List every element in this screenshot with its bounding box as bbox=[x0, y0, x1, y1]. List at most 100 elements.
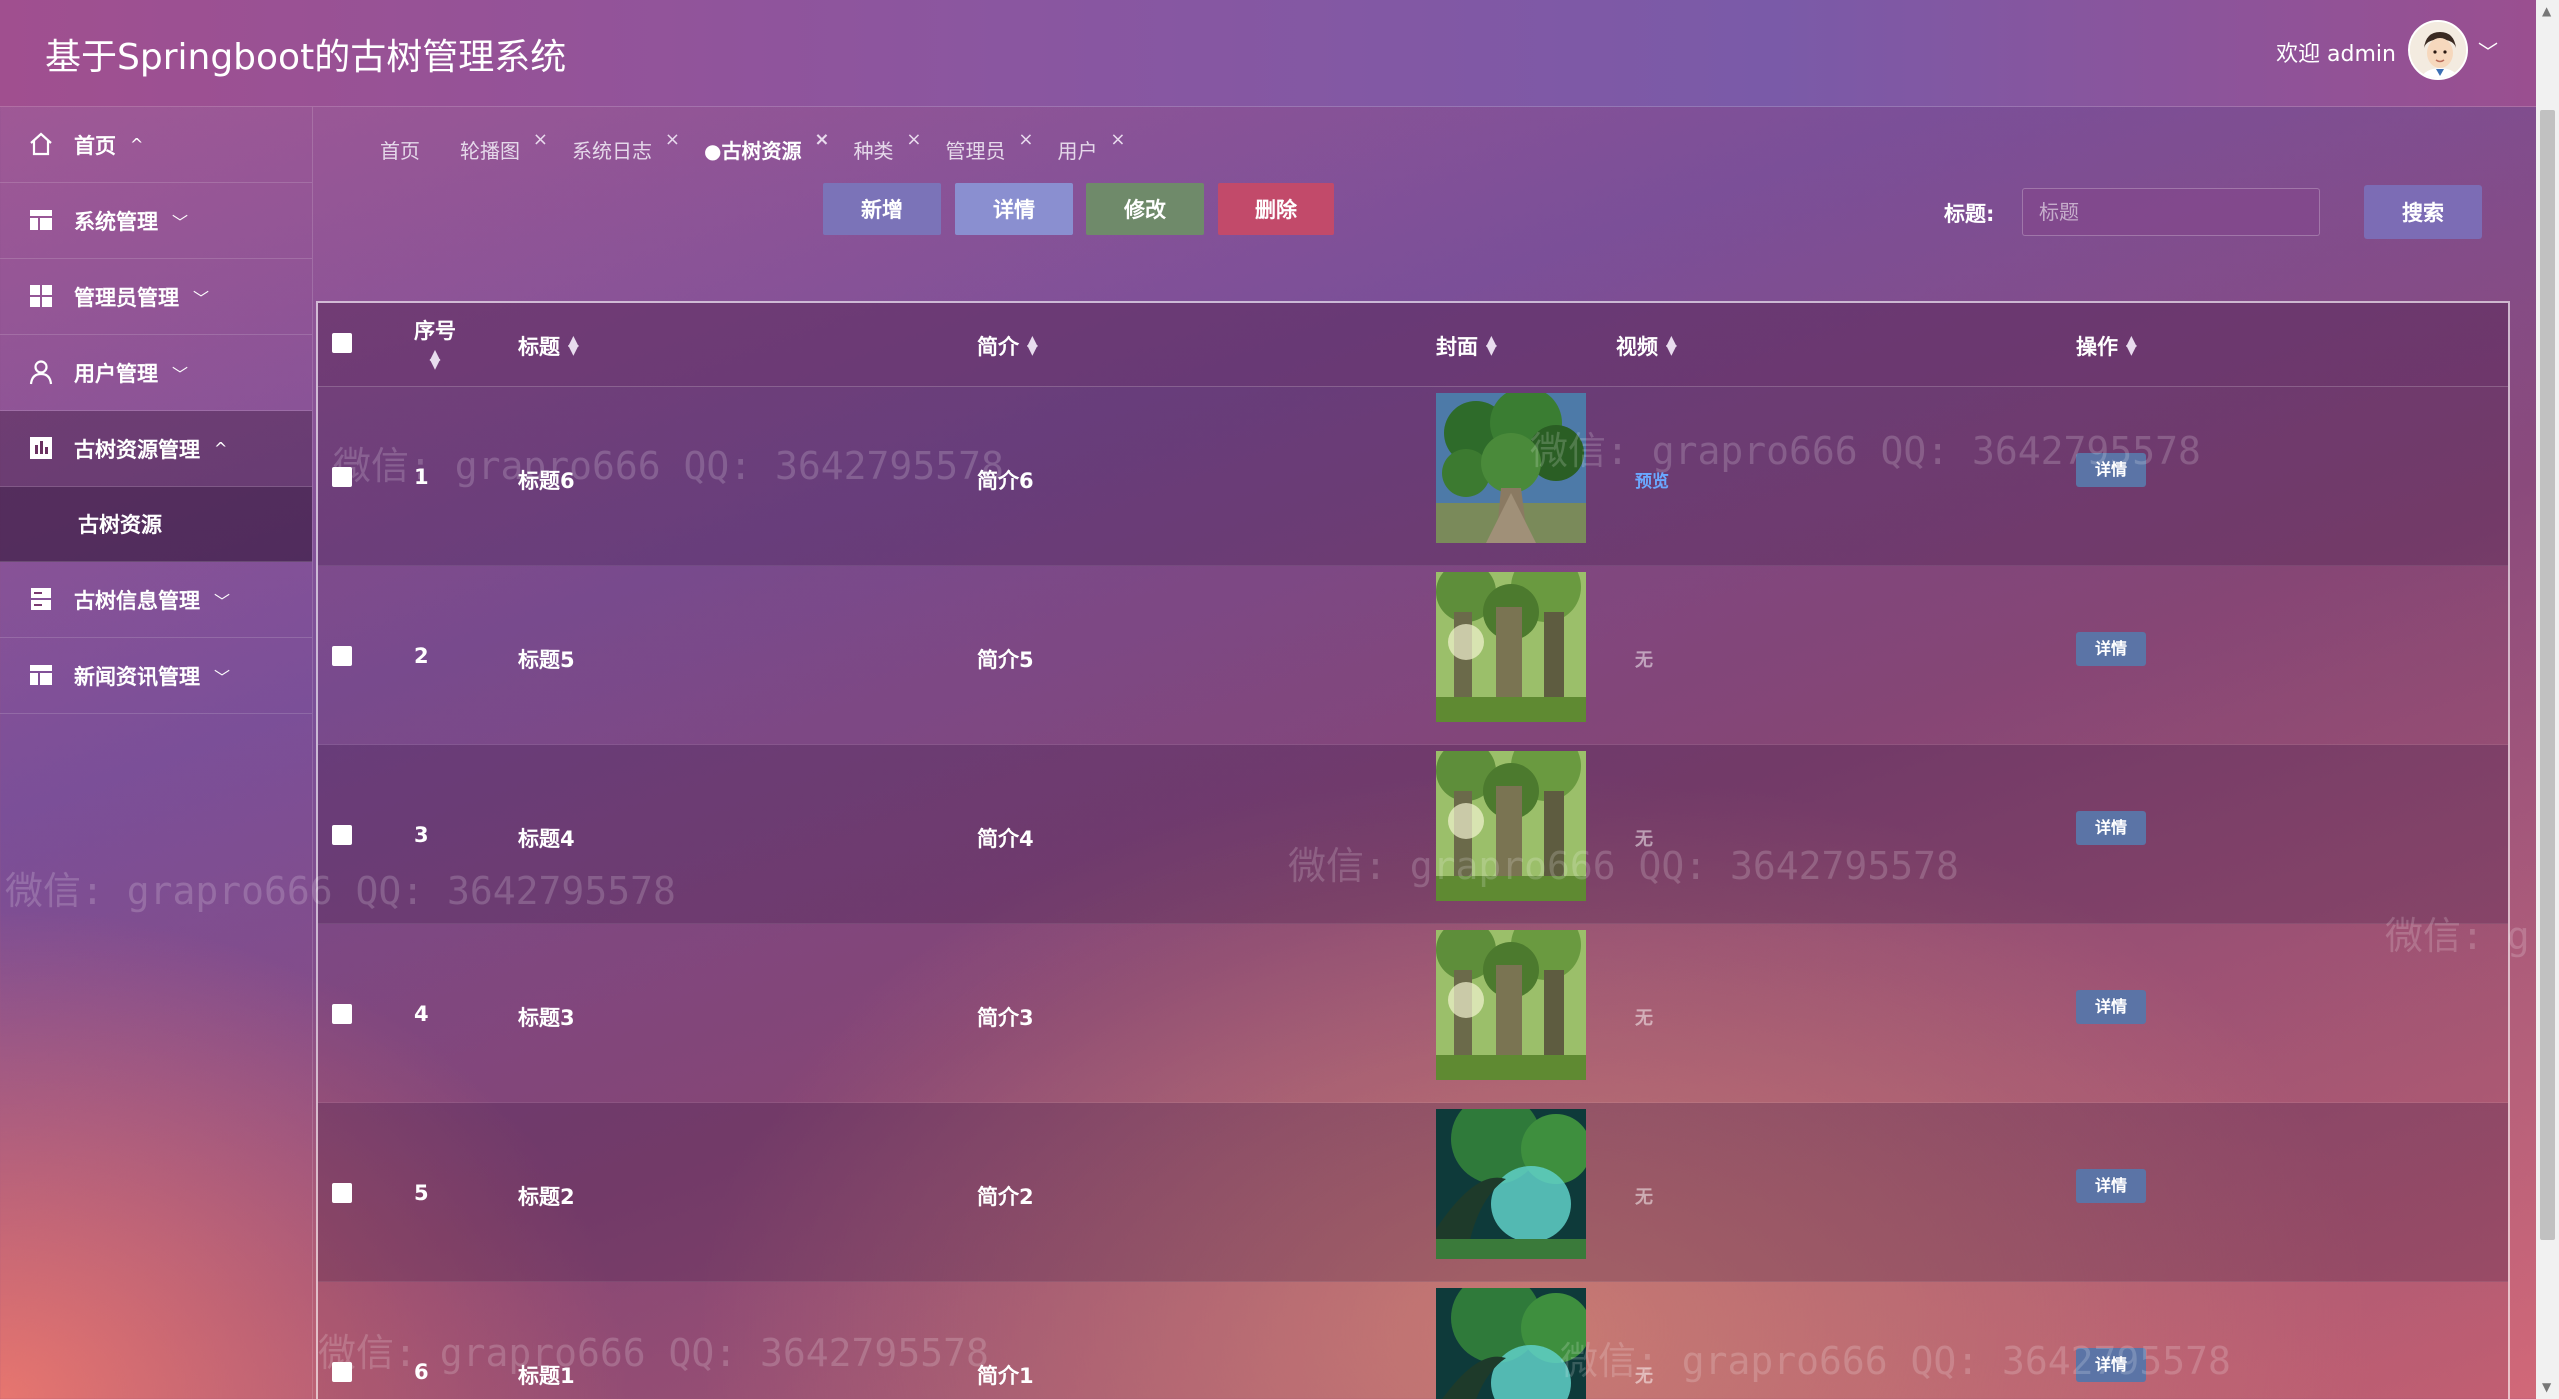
row-detail-button[interactable]: 详情 bbox=[2076, 453, 2146, 487]
sidebar-item-label: 古树资源管理 bbox=[74, 437, 200, 462]
sidebar-item-label: 新闻资讯管理 bbox=[74, 664, 200, 689]
row-checkbox[interactable] bbox=[332, 825, 352, 845]
sidebar-item-tree-info[interactable]: 古树信息管理 ﹀ bbox=[0, 562, 312, 638]
cell-title: 标题1 bbox=[518, 1364, 575, 1388]
row-detail-button[interactable]: 详情 bbox=[2076, 1169, 2146, 1203]
row-detail-button[interactable]: 详情 bbox=[2076, 632, 2146, 666]
cover-image bbox=[1436, 1288, 1586, 1399]
table-row: 5 标题2 简介2 无 详情 bbox=[318, 1103, 2508, 1282]
detail-button[interactable]: 详情 bbox=[955, 183, 1073, 235]
tab-label: ●古树资源 bbox=[704, 139, 802, 163]
tab-label: 用户 bbox=[1057, 139, 1098, 163]
row-detail-button[interactable]: 详情 bbox=[2076, 811, 2146, 845]
cell-intro: 简介2 bbox=[977, 1185, 1034, 1209]
sidebar-item-system[interactable]: 系统管理 ﹀ bbox=[0, 183, 312, 259]
tab-label: 种类 bbox=[853, 139, 894, 163]
cell-intro: 简介5 bbox=[977, 648, 1034, 672]
table-icon bbox=[28, 662, 56, 690]
sidebar-item-admins[interactable]: 管理员管理 ﹀ bbox=[0, 259, 312, 335]
header-cover[interactable]: 封面 ▲ ▼ bbox=[1436, 331, 1497, 361]
sidebar-item-label: 管理员管理 bbox=[74, 285, 179, 310]
header-index[interactable]: 序号 ▲ ▼ bbox=[414, 315, 456, 372]
tab-species[interactable]: 种类 × bbox=[853, 129, 921, 164]
sidebar-item-label: 用户管理 bbox=[74, 361, 158, 386]
header-label: 序号 bbox=[414, 319, 456, 343]
cover-image bbox=[1436, 1109, 1586, 1259]
scroll-thumb[interactable] bbox=[2540, 110, 2555, 1240]
sidebar-item-label: 系统管理 bbox=[74, 209, 158, 234]
close-icon[interactable]: × bbox=[1110, 129, 1125, 150]
table-body: 1 标题6 简介6 预览 详情 2 标题5 简介5 无 详情 3 标题4 简介4… bbox=[318, 387, 2508, 1399]
row-checkbox[interactable] bbox=[332, 646, 352, 666]
chevron-down-icon: ﹀ bbox=[214, 591, 231, 611]
tab-system-log[interactable]: 系统日志 × bbox=[572, 129, 680, 164]
tab-tree-resource[interactable]: ●古树资源 × bbox=[704, 129, 829, 164]
video-none: 无 bbox=[1635, 1366, 1653, 1387]
sidebar: 首页 ^ 系统管理 ﹀ 管理员管理 ﹀ 用户管理 ﹀ 古树资源管理 ^ 古树资源… bbox=[0, 107, 313, 1399]
row-checkbox[interactable] bbox=[332, 1004, 352, 1024]
cover-image bbox=[1436, 930, 1586, 1080]
scroll-down-icon[interactable]: ▼ bbox=[2542, 1380, 2551, 1394]
tab-label: 管理员 bbox=[945, 139, 1006, 163]
cover-image bbox=[1436, 393, 1586, 543]
close-icon[interactable]: × bbox=[665, 129, 680, 150]
sort-icon: ▲ ▼ bbox=[1666, 333, 1677, 358]
tab-carousel[interactable]: 轮播图 × bbox=[460, 129, 548, 164]
row-detail-button[interactable]: 详情 bbox=[2076, 1348, 2146, 1382]
tab-home[interactable]: 首页 bbox=[380, 135, 426, 164]
row-checkbox[interactable] bbox=[332, 467, 352, 487]
scrollbar[interactable]: ▲ ▼ bbox=[2536, 0, 2559, 1399]
search-input[interactable] bbox=[2022, 188, 2320, 236]
row-checkbox[interactable] bbox=[332, 1362, 352, 1382]
search-button[interactable]: 搜索 bbox=[2364, 185, 2482, 239]
sidebar-item-news[interactable]: 新闻资讯管理 ﹀ bbox=[0, 638, 312, 714]
home-icon bbox=[28, 131, 56, 159]
row-detail-button[interactable]: 详情 bbox=[2076, 990, 2146, 1024]
cell-index: 6 bbox=[414, 1360, 429, 1384]
sidebar-item-home[interactable]: 首页 ^ bbox=[0, 107, 312, 183]
table-row: 4 标题3 简介3 无 详情 bbox=[318, 924, 2508, 1103]
sort-icon: ▲ ▼ bbox=[429, 347, 441, 372]
tab-bar: 首页 轮播图 × 系统日志 × ●古树资源 × 种类 × 管理员 × 用户 × bbox=[380, 129, 1133, 164]
cell-intro: 简介3 bbox=[977, 1006, 1034, 1030]
table-row: 2 标题5 简介5 无 详情 bbox=[318, 566, 2508, 745]
header-action[interactable]: 操作 ▲ ▼ bbox=[2076, 331, 2137, 361]
chart-icon bbox=[28, 435, 56, 463]
sidebar-subitem-tree-resource[interactable]: 古树资源 bbox=[0, 487, 312, 562]
avatar[interactable] bbox=[2408, 20, 2468, 80]
edit-button[interactable]: 修改 bbox=[1086, 183, 1204, 235]
chevron-down-icon[interactable]: ﹀ bbox=[2478, 36, 2498, 65]
cell-title: 标题5 bbox=[518, 648, 575, 672]
video-none: 无 bbox=[1635, 1187, 1653, 1208]
cell-index: 4 bbox=[414, 1002, 429, 1026]
cell-index: 3 bbox=[414, 823, 429, 847]
cell-index: 2 bbox=[414, 644, 429, 668]
welcome-text: 欢迎 admin bbox=[2276, 42, 2396, 67]
sidebar-item-users[interactable]: 用户管理 ﹀ bbox=[0, 335, 312, 411]
select-all-checkbox[interactable] bbox=[332, 333, 352, 353]
grid-icon bbox=[28, 283, 56, 311]
cell-intro: 简介1 bbox=[977, 1364, 1034, 1388]
close-icon[interactable]: × bbox=[814, 129, 829, 150]
user-icon bbox=[28, 359, 56, 387]
table-icon bbox=[28, 207, 56, 235]
add-button[interactable]: 新增 bbox=[823, 183, 941, 235]
sort-icon: ▲ ▼ bbox=[1486, 333, 1497, 358]
sidebar-item-tree-resources[interactable]: 古树资源管理 ^ bbox=[0, 411, 312, 487]
cell-index: 1 bbox=[414, 465, 429, 489]
video-preview-link[interactable]: 预览 bbox=[1635, 467, 1669, 492]
close-icon[interactable]: × bbox=[906, 129, 921, 150]
search-label: 标题: bbox=[1944, 202, 1995, 226]
close-icon[interactable]: × bbox=[1018, 129, 1033, 150]
header-intro[interactable]: 简介 ▲ ▼ bbox=[977, 331, 1038, 361]
tab-admins[interactable]: 管理员 × bbox=[945, 129, 1033, 164]
top-header: 基于Springboot的古树管理系统 欢迎 admin ﹀ bbox=[0, 0, 2536, 107]
row-checkbox[interactable] bbox=[332, 1183, 352, 1203]
header-title[interactable]: 标题 ▲ ▼ bbox=[518, 331, 579, 361]
tab-users[interactable]: 用户 × bbox=[1057, 129, 1125, 164]
video-none: 无 bbox=[1635, 650, 1653, 671]
close-icon[interactable]: × bbox=[533, 129, 548, 150]
scroll-up-icon[interactable]: ▲ bbox=[2542, 4, 2551, 18]
delete-button[interactable]: 删除 bbox=[1218, 183, 1334, 235]
header-video[interactable]: 视频 ▲ ▼ bbox=[1616, 331, 1677, 361]
